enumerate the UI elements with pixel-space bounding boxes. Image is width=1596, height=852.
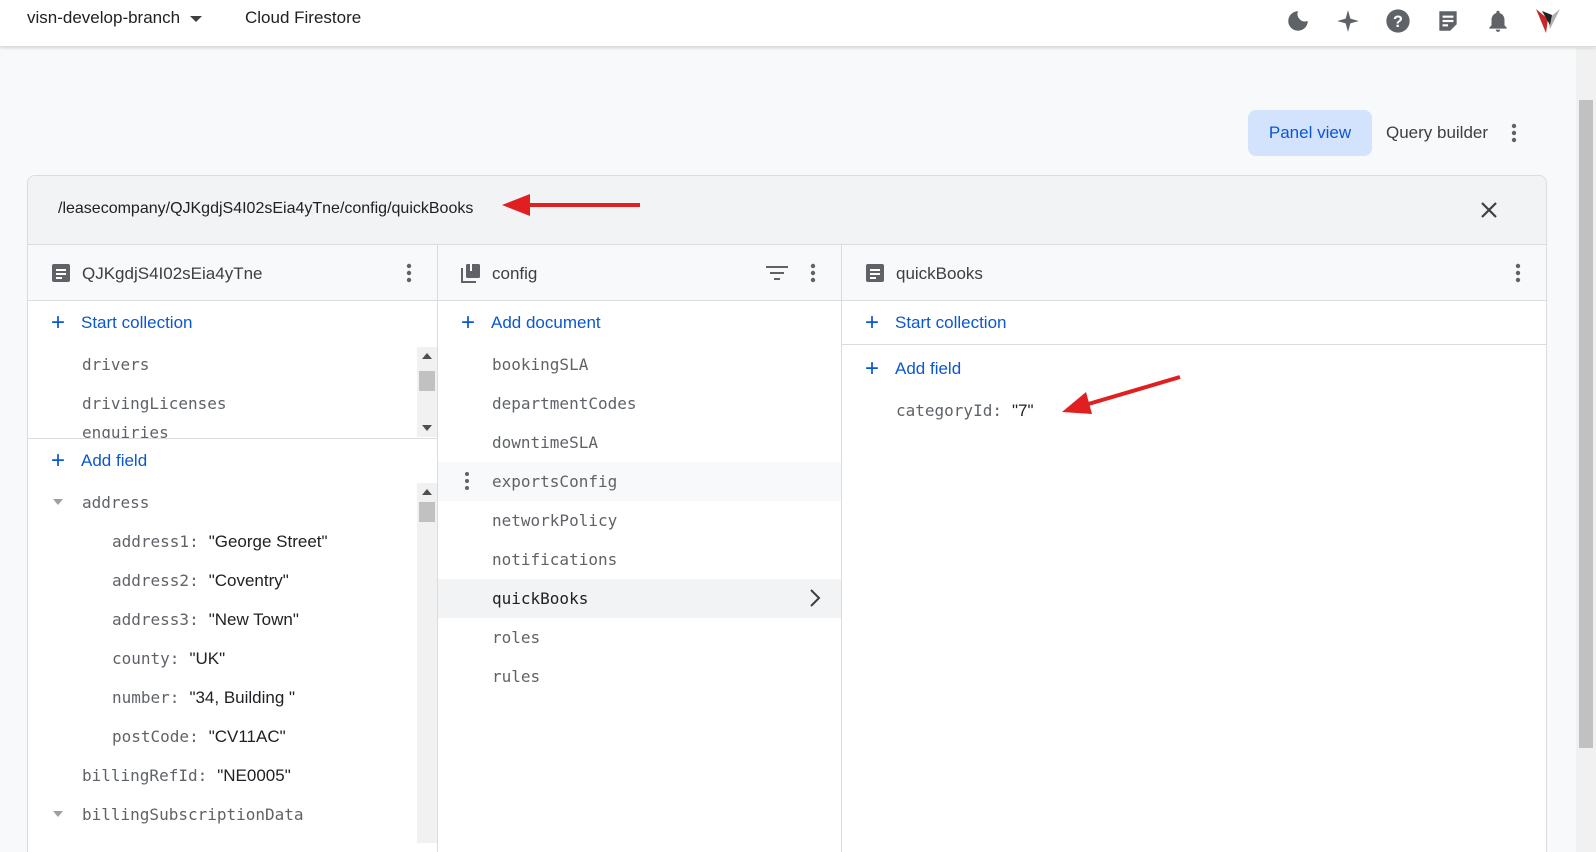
expand-icon[interactable] bbox=[53, 499, 63, 505]
project-selector[interactable]: visn-develop-branch bbox=[27, 8, 203, 28]
plus-icon: + bbox=[51, 309, 66, 336]
collection-column: config + Add document bookingSLA departm… bbox=[438, 245, 842, 852]
document-column: QJKgdjS4I02sEia4yTne + Start collection … bbox=[28, 245, 438, 852]
document-item[interactable]: networkPolicy bbox=[438, 501, 841, 540]
more-options-icon[interactable] bbox=[801, 259, 825, 287]
dark-mode-icon[interactable] bbox=[1280, 3, 1316, 39]
add-field-button[interactable]: + Add field bbox=[28, 439, 437, 483]
column-title: QJKgdjS4I02sEia4yTne bbox=[82, 264, 263, 283]
document-item[interactable]: bookingSLA bbox=[438, 345, 841, 384]
field-row[interactable]: number: "34, Building " bbox=[28, 678, 437, 717]
annotation-arrow-icon bbox=[1062, 375, 1181, 414]
document-icon bbox=[866, 264, 884, 282]
field-row[interactable]: billingRefId: "NE0005" bbox=[28, 756, 437, 795]
filter-icon[interactable] bbox=[763, 259, 791, 287]
product-title: Cloud Firestore bbox=[245, 8, 362, 27]
more-options-icon[interactable] bbox=[464, 471, 470, 495]
field-row[interactable]: categoryId: "7" bbox=[842, 391, 1546, 430]
chevron-right-icon bbox=[809, 588, 821, 612]
start-collection-button[interactable]: + Start collection bbox=[28, 301, 437, 345]
document-item-selected[interactable]: quickBooks bbox=[438, 579, 841, 618]
plus-icon: + bbox=[865, 308, 880, 336]
project-name: visn-develop-branch bbox=[27, 8, 181, 27]
document-item[interactable]: notifications bbox=[438, 540, 841, 579]
document-item[interactable]: rules bbox=[438, 657, 841, 696]
field-row[interactable]: billingSubscriptionData bbox=[28, 795, 437, 834]
plus-icon: + bbox=[51, 447, 66, 474]
field-row[interactable]: address1: "George Street" bbox=[28, 522, 437, 561]
document-path[interactable]: /leasecompany/QJKgdjS4I02sEia4yTne/confi… bbox=[58, 200, 473, 218]
list-item[interactable]: drivers bbox=[28, 345, 437, 384]
collection-list: drivers drivingLicenses enquiries bbox=[28, 345, 437, 439]
field-row[interactable]: postCode: "CV11AC" bbox=[28, 717, 437, 756]
avatar[interactable] bbox=[1530, 3, 1566, 39]
field-row[interactable]: address bbox=[28, 483, 437, 522]
notes-icon[interactable] bbox=[1430, 3, 1466, 39]
document-item[interactable]: downtimeSLA bbox=[438, 423, 841, 462]
field-scrollbar[interactable] bbox=[417, 483, 437, 843]
start-collection-button[interactable]: + Start collection bbox=[842, 301, 1546, 345]
document-item[interactable]: exportsConfig bbox=[438, 462, 841, 501]
notifications-icon[interactable] bbox=[1480, 3, 1516, 39]
plus-icon: + bbox=[865, 355, 880, 382]
panel-view-button[interactable]: Panel view bbox=[1248, 110, 1372, 156]
field-row[interactable]: address2: "Coventry" bbox=[28, 561, 437, 600]
field-list: address address1: "George Street" address… bbox=[28, 483, 437, 843]
field-row[interactable]: county: "UK" bbox=[28, 639, 437, 678]
expand-icon[interactable] bbox=[53, 811, 63, 817]
annotation-arrow-icon bbox=[502, 194, 640, 216]
top-bar: visn-develop-branch Cloud Firestore ? bbox=[0, 0, 1596, 47]
svg-text:?: ? bbox=[1393, 13, 1403, 31]
document-item[interactable]: departmentCodes bbox=[438, 384, 841, 423]
collection-icon bbox=[461, 264, 480, 283]
add-document-button[interactable]: + Add document bbox=[438, 301, 841, 345]
plus-icon: + bbox=[461, 309, 476, 336]
document-icon bbox=[52, 264, 70, 282]
add-field-button[interactable]: + Add field bbox=[842, 347, 1546, 391]
column-title: quickBooks bbox=[896, 264, 983, 283]
column-title: config bbox=[492, 264, 538, 283]
collection-scrollbar[interactable] bbox=[417, 347, 437, 437]
close-icon[interactable] bbox=[1472, 193, 1506, 227]
query-builder-button[interactable]: Query builder bbox=[1372, 110, 1502, 156]
data-panel: /leasecompany/QJKgdjS4I02sEia4yTne/confi… bbox=[27, 175, 1547, 852]
field-row[interactable]: address3: "New Town" bbox=[28, 600, 437, 639]
caret-down-icon bbox=[190, 16, 203, 22]
more-options-icon[interactable] bbox=[1502, 110, 1526, 156]
document-detail-column: quickBooks + Start collection + Add fiel… bbox=[842, 245, 1546, 852]
document-item[interactable]: roles bbox=[438, 618, 841, 657]
list-item[interactable]: enquiries bbox=[28, 413, 437, 438]
sparkle-icon[interactable] bbox=[1330, 3, 1366, 39]
help-icon[interactable]: ? bbox=[1380, 3, 1416, 39]
path-bar: /leasecompany/QJKgdjS4I02sEia4yTne/confi… bbox=[28, 176, 1546, 245]
page-scrollbar[interactable] bbox=[1576, 48, 1596, 852]
more-options-icon[interactable] bbox=[1506, 259, 1530, 287]
more-options-icon[interactable] bbox=[397, 259, 421, 287]
